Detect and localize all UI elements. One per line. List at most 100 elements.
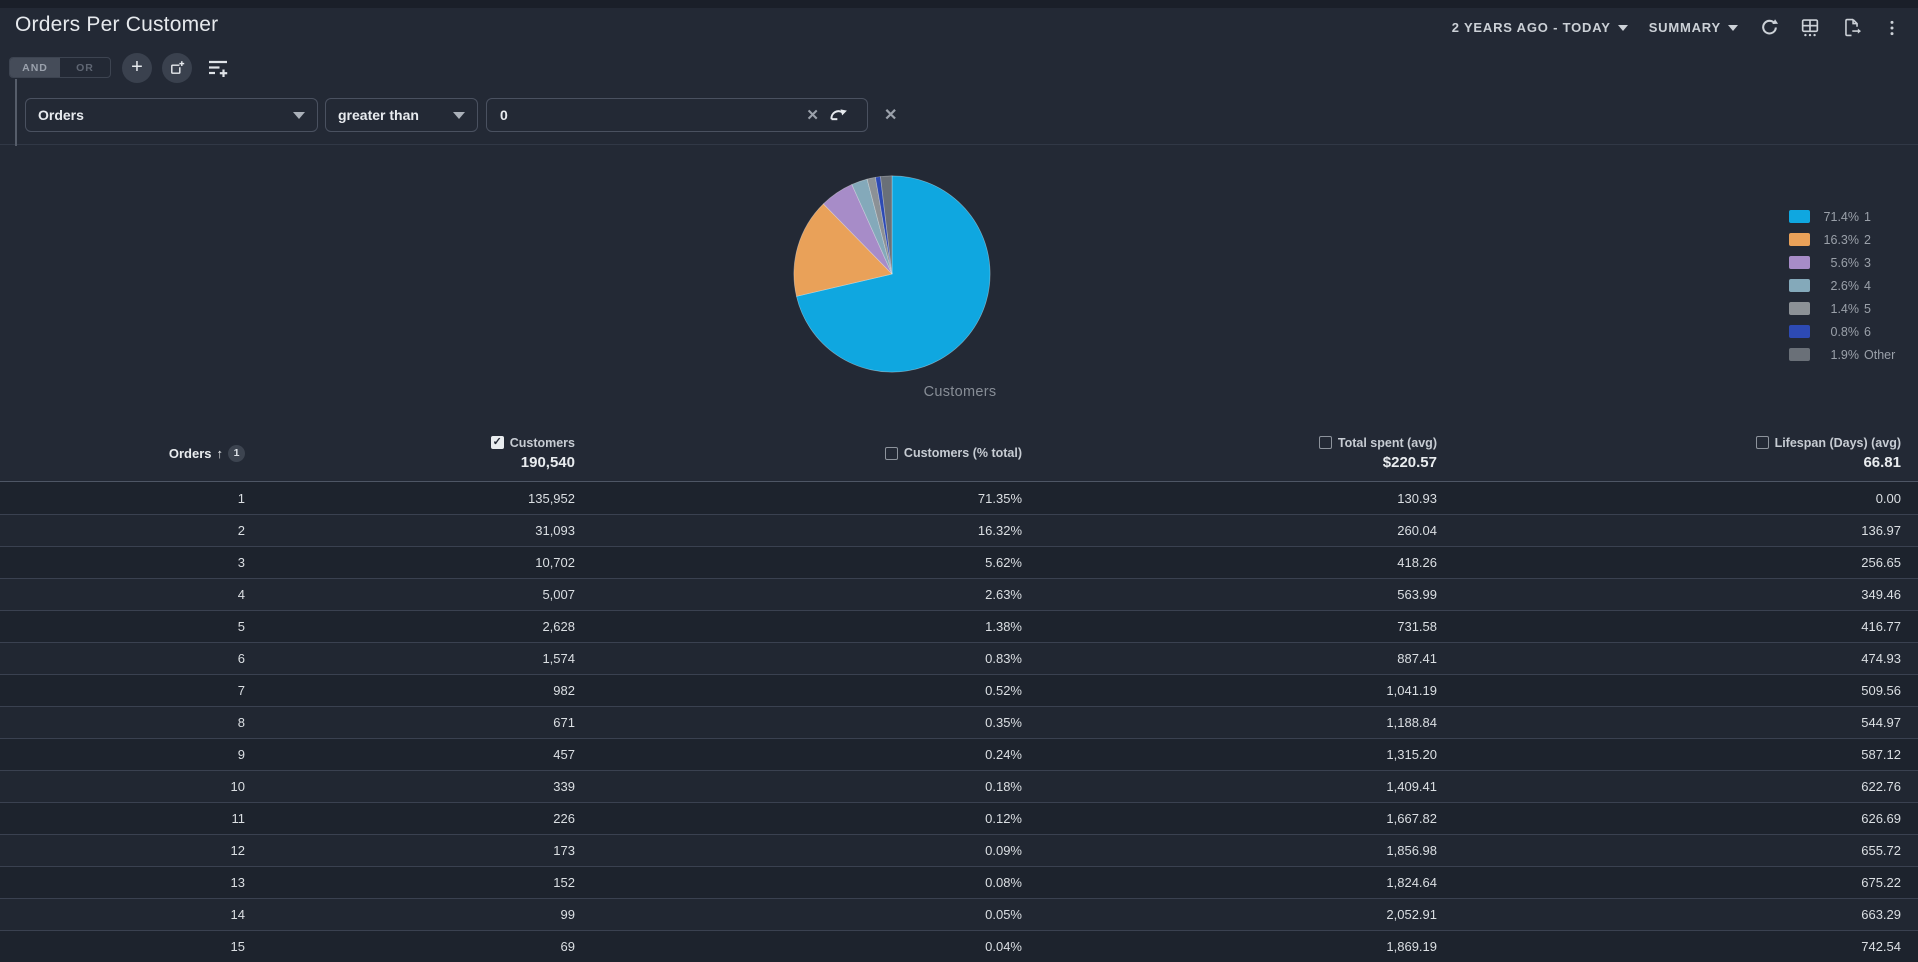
date-range-button[interactable]: 2 YEARS AGO - TODAY bbox=[1452, 20, 1628, 35]
legend: 71.4% 1 16.3% 2 5.6% 3 2.6% 4 1.4% 5 0.8% 6 1.9% Othe… bbox=[1789, 210, 1896, 362]
column-header-orders[interactable]: Orders ↑ 1 bbox=[0, 425, 245, 481]
cell-orders: 1 bbox=[237, 490, 245, 506]
cell-customers: 226 bbox=[553, 811, 575, 826]
cell-lifespan-days-avg: 663.29 bbox=[1861, 907, 1901, 922]
cell-lifespan-days-avg: 742.54 bbox=[1861, 939, 1901, 954]
table-row[interactable]: 4 5,007 2.63% 563.99 349.46 bbox=[0, 578, 1918, 610]
cell-customers-pct-total: 0.52% bbox=[985, 683, 1022, 698]
column-header-customers[interactable]: ✓ Customers 190,540 bbox=[245, 425, 575, 481]
sort-index-badge: 1 bbox=[228, 444, 245, 462]
table-row[interactable]: 12 173 0.09% 1,856.98 655.72 bbox=[0, 834, 1918, 866]
legend-label: 1.9% Other bbox=[1830, 347, 1896, 362]
cell-lifespan-days-avg: 136.97 bbox=[1861, 523, 1901, 538]
table-row[interactable]: 1 135,952 71.35% 130.93 0.00 bbox=[0, 482, 1918, 514]
view-mode-button[interactable]: SUMMARY bbox=[1649, 20, 1738, 35]
cell-customers: 671 bbox=[553, 715, 575, 730]
or-toggle[interactable]: OR bbox=[60, 58, 110, 77]
checked-checkbox[interactable]: ✓ bbox=[490, 436, 504, 449]
cell-customers: 10,702 bbox=[535, 555, 575, 570]
cell-customers: 173 bbox=[553, 843, 575, 858]
cell-orders: 3 bbox=[237, 555, 245, 570]
export-icon[interactable] bbox=[1841, 18, 1861, 38]
cell-customers-pct-total: 16.32% bbox=[977, 523, 1022, 538]
and-or-toggle[interactable]: AND OR bbox=[9, 57, 111, 78]
column-label-line: ✓ Customers bbox=[490, 435, 575, 450]
header-bar: Orders Per Customer 2 YEARS AGO - TODAY … bbox=[0, 8, 1918, 47]
and-toggle[interactable]: AND bbox=[10, 58, 60, 77]
filter-list-add-icon[interactable] bbox=[206, 56, 230, 80]
table-row[interactable]: 13 152 0.08% 1,824.64 675.22 bbox=[0, 866, 1918, 898]
legend-label: 16.3% 2 bbox=[1823, 232, 1871, 247]
legend-swatch bbox=[1789, 233, 1810, 246]
cell-total-spent-avg: 130.93 bbox=[1397, 490, 1437, 506]
legend-swatch bbox=[1789, 210, 1810, 223]
legend-swatch bbox=[1789, 302, 1810, 315]
column-header-customers-total-[interactable]: Customers (% total) bbox=[575, 425, 1022, 481]
table-row[interactable]: 10 339 0.18% 1,409.41 622.76 bbox=[0, 770, 1918, 802]
column-label: Orders bbox=[168, 445, 212, 461]
top-strip bbox=[0, 0, 1918, 8]
legend-item-1[interactable]: 71.4% 1 bbox=[1789, 210, 1895, 224]
clear-input-icon[interactable]: ✕ bbox=[806, 99, 819, 131]
sort-asc-icon: ↑ bbox=[216, 445, 224, 461]
cell-customers-pct-total: 1.38% bbox=[985, 619, 1022, 634]
pie-chart[interactable] bbox=[789, 171, 995, 377]
unchecked-checkbox[interactable] bbox=[1318, 436, 1332, 449]
unchecked-checkbox[interactable] bbox=[1755, 436, 1769, 449]
table-row[interactable]: 2 31,093 16.32% 260.04 136.97 bbox=[0, 514, 1918, 546]
kebab-menu-icon[interactable] bbox=[1882, 18, 1902, 38]
column-header-total-spent-avg-[interactable]: Total spent (avg) $220.57 bbox=[1022, 425, 1437, 481]
cell-customers-pct-total: 0.04% bbox=[985, 939, 1022, 954]
filter-field-value: Orders bbox=[38, 107, 84, 123]
cell-customers-pct-total: 0.83% bbox=[985, 651, 1022, 666]
column-header-lifespan-days-avg-[interactable]: Lifespan (Days) (avg) 66.81 bbox=[1437, 425, 1918, 481]
table-row[interactable]: 3 10,702 5.62% 418.26 256.65 bbox=[0, 546, 1918, 578]
filter-operator-select[interactable]: greater than bbox=[325, 98, 478, 132]
pie-chart-section: Customers 71.4% 1 16.3% 2 5.6% 3 2.6% 4 1.4% 5 0.8… bbox=[0, 146, 1918, 425]
cell-customers-pct-total: 0.09% bbox=[985, 843, 1022, 858]
table-row[interactable]: 9 457 0.24% 1,315.20 587.12 bbox=[0, 738, 1918, 770]
page-title: Orders Per Customer bbox=[15, 13, 219, 36]
column-label: Customers bbox=[509, 435, 575, 450]
table-row[interactable]: 7 982 0.52% 1,041.19 509.56 bbox=[0, 674, 1918, 706]
table-row[interactable]: 11 226 0.12% 1,667.82 626.69 bbox=[0, 802, 1918, 834]
cell-orders: 14 bbox=[230, 907, 245, 922]
column-label: Lifespan (Days) (avg) bbox=[1774, 435, 1901, 450]
add-group-button[interactable] bbox=[162, 53, 192, 83]
chevron-down-icon bbox=[1728, 24, 1738, 31]
table-grid-icon[interactable] bbox=[1800, 18, 1820, 38]
cell-customers: 135,952 bbox=[528, 490, 575, 506]
cell-customers-pct-total: 71.35% bbox=[977, 490, 1022, 506]
table-row[interactable]: 14 99 0.05% 2,052.91 663.29 bbox=[0, 898, 1918, 930]
table-row[interactable]: 5 2,628 1.38% 731.58 416.77 bbox=[0, 610, 1918, 642]
cell-orders: 2 bbox=[237, 523, 245, 538]
filter-field-select[interactable]: Orders bbox=[25, 98, 318, 132]
legend-item-2[interactable]: 16.3% 2 bbox=[1789, 232, 1895, 247]
legend-item-5[interactable]: 1.4% 5 bbox=[1789, 301, 1895, 316]
legend-item-other[interactable]: 1.9% Other bbox=[1789, 347, 1896, 362]
chevron-down-icon bbox=[453, 111, 465, 119]
table-row[interactable]: 8 671 0.35% 1,188.84 544.97 bbox=[0, 706, 1918, 738]
remove-filter-icon[interactable]: ✕ bbox=[884, 105, 897, 125]
legend-item-4[interactable]: 2.6% 4 bbox=[1789, 279, 1895, 293]
chevron-down-icon bbox=[1617, 24, 1628, 31]
legend-item-3[interactable]: 5.6% 3 bbox=[1789, 256, 1895, 270]
legend-item-6[interactable]: 0.8% 6 bbox=[1789, 325, 1895, 339]
filter-value-input[interactable]: 0 ✕ bbox=[486, 98, 868, 132]
unchecked-checkbox[interactable] bbox=[884, 446, 898, 460]
cell-total-spent-avg: 731.58 bbox=[1397, 619, 1437, 634]
cell-customers: 69 bbox=[560, 939, 575, 954]
table-row[interactable]: 6 1,574 0.83% 887.41 474.93 bbox=[0, 642, 1918, 674]
add-group-icon bbox=[171, 61, 185, 74]
view-mode-label: SUMMARY bbox=[1648, 20, 1721, 35]
table-row[interactable]: 15 69 0.04% 1,869.19 742.54 bbox=[0, 930, 1918, 962]
cell-total-spent-avg: 1,869.19 bbox=[1386, 939, 1437, 954]
cell-lifespan-days-avg: 626.69 bbox=[1861, 811, 1901, 826]
cell-orders: 9 bbox=[237, 747, 245, 762]
add-filter-button[interactable]: + bbox=[122, 53, 152, 83]
legend-label: 1.4% 5 bbox=[1830, 301, 1871, 316]
cell-lifespan-days-avg: 587.12 bbox=[1861, 747, 1901, 762]
redo-icon[interactable] bbox=[829, 99, 849, 131]
filter-operator-value: greater than bbox=[338, 107, 419, 123]
refresh-icon[interactable] bbox=[1759, 18, 1779, 38]
